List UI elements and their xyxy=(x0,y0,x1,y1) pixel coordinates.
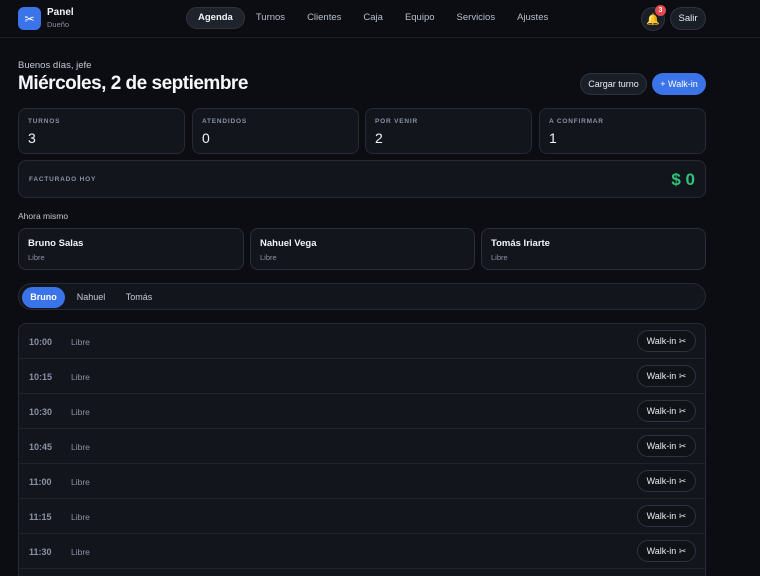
slot-status: Libre xyxy=(71,512,90,522)
walkin-button[interactable]: + Walk-in xyxy=(652,73,706,95)
logout-button[interactable]: Salir xyxy=(670,7,706,30)
stat-card-por-venir: POR VENIR 2 xyxy=(365,108,532,154)
slot-walkin-button[interactable]: Walk-in ✂ xyxy=(637,330,696,352)
stat-label: TURNOS xyxy=(28,118,61,125)
stat-label: POR VENIR xyxy=(375,118,418,125)
stat-value: 3 xyxy=(28,130,36,146)
stat-card-turnos: TURNOS 3 xyxy=(18,108,185,154)
notifications-button[interactable]: 🔔 3 xyxy=(641,5,666,31)
barber-status: Libre xyxy=(28,253,45,262)
schedule-slot xyxy=(19,569,705,576)
schedule-slot: 10:15 Libre Walk-in ✂ xyxy=(19,359,705,394)
slot-time: 11:30 xyxy=(29,547,52,557)
revenue-value: $ 0 xyxy=(671,170,695,189)
stat-value: 1 xyxy=(549,130,557,146)
slot-status: Libre xyxy=(71,442,90,452)
slot-time: 10:00 xyxy=(29,337,53,347)
barber-name: Tomás Iriarte xyxy=(491,238,550,249)
schedule-slot: 11:15 Libre Walk-in ✂ xyxy=(19,499,705,534)
revenue-label: FACTURADO HOY xyxy=(29,176,97,183)
slot-time: 11:00 xyxy=(29,477,52,487)
nav-item-agenda[interactable]: Agenda xyxy=(186,7,245,29)
barber-status: Libre xyxy=(260,253,277,262)
barber-name: Nahuel Vega xyxy=(260,238,317,249)
slot-status: Libre xyxy=(71,477,90,487)
barber-name: Bruno Salas xyxy=(28,238,84,249)
slot-status: Libre xyxy=(71,337,90,347)
notification-count-badge: 3 xyxy=(655,5,666,16)
brand[interactable]: ✂ Panel Dueño xyxy=(18,7,74,30)
slot-time: 10:15 xyxy=(29,372,53,382)
slot-walkin-button[interactable]: Walk-in ✂ xyxy=(637,470,696,492)
nav-item-caja[interactable]: Caja xyxy=(352,7,394,29)
barber-card[interactable]: Nahuel Vega Libre xyxy=(250,228,475,270)
slot-time: 10:45 xyxy=(29,442,53,452)
slot-status: Libre xyxy=(71,547,90,557)
nav-item-equipo[interactable]: Equipo xyxy=(394,7,446,29)
schedule-slot: 10:45 Libre Walk-in ✂ xyxy=(19,429,705,464)
main-nav: Agenda Turnos Clientes Caja Equipo Servi… xyxy=(186,7,559,29)
stat-card-a-confirmar: A CONFIRMAR 1 xyxy=(539,108,706,154)
stat-value: 2 xyxy=(375,130,383,146)
schedule-slot: 10:00 Libre Walk-in ✂ xyxy=(19,324,705,359)
brand-title: Panel xyxy=(47,7,74,19)
stat-label: A CONFIRMAR xyxy=(549,118,604,125)
stat-value: 0 xyxy=(202,130,210,146)
schedule-slot: 10:30 Libre Walk-in ✂ xyxy=(19,394,705,429)
slot-status: Libre xyxy=(71,372,90,382)
cargar-turno-button[interactable]: Cargar turno xyxy=(580,73,647,95)
greeting: Buenos días, jefe xyxy=(18,60,92,71)
page-title: Miércoles, 2 de septiembre xyxy=(18,73,248,94)
nav-item-clientes[interactable]: Clientes xyxy=(296,7,352,29)
schedule-slot: 11:30 Libre Walk-in ✂ xyxy=(19,534,705,569)
slot-walkin-button[interactable]: Walk-in ✂ xyxy=(637,400,696,422)
slot-walkin-button[interactable]: Walk-in ✂ xyxy=(637,505,696,527)
scissors-icon: ✂ xyxy=(18,7,41,30)
barber-card[interactable]: Bruno Salas Libre xyxy=(18,228,244,270)
slot-time: 11:15 xyxy=(29,512,52,522)
stat-card-atendidos: ATENDIDOS 0 xyxy=(192,108,359,154)
slot-walkin-button[interactable]: Walk-in ✂ xyxy=(637,365,696,387)
tab-nahuel[interactable]: Nahuel xyxy=(69,287,113,308)
top-bar: ✂ Panel Dueño Agenda Turnos Clientes Caj… xyxy=(0,0,760,38)
barber-status: Libre xyxy=(491,253,508,262)
brand-subtitle: Dueño xyxy=(47,20,70,30)
nav-item-servicios[interactable]: Servicios xyxy=(446,7,507,29)
revenue-card: FACTURADO HOY $ 0 xyxy=(18,160,706,198)
tab-bruno[interactable]: Bruno xyxy=(22,287,65,308)
stat-label: ATENDIDOS xyxy=(202,118,247,125)
slot-time: 10:30 xyxy=(29,407,53,417)
nav-item-ajustes[interactable]: Ajustes xyxy=(506,7,559,29)
slot-status: Libre xyxy=(71,407,90,417)
schedule-slot: 11:00 Libre Walk-in ✂ xyxy=(19,464,705,499)
barber-tabs: Bruno Nahuel Tomás xyxy=(18,283,706,310)
nav-item-turnos[interactable]: Turnos xyxy=(245,7,296,29)
section-title-now: Ahora mismo xyxy=(18,211,69,221)
slot-walkin-button[interactable]: Walk-in ✂ xyxy=(637,435,696,457)
schedule-list: 10:00 Libre Walk-in ✂ 10:15 Libre Walk-i… xyxy=(18,323,706,576)
barber-card[interactable]: Tomás Iriarte Libre xyxy=(481,228,706,270)
slot-walkin-button[interactable]: Walk-in ✂ xyxy=(637,540,696,562)
tab-tomas[interactable]: Tomás xyxy=(117,287,161,308)
